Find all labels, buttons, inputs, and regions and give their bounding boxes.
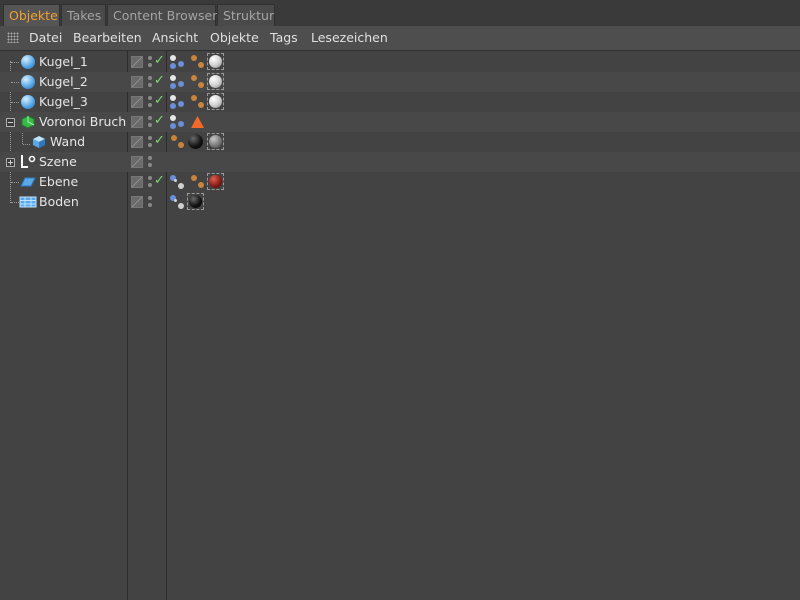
layer-icon[interactable] xyxy=(131,196,143,208)
cube-icon xyxy=(33,136,45,148)
sphere-icon xyxy=(21,55,35,69)
collider-tag-icon[interactable] xyxy=(169,174,186,191)
material-tag-red-icon[interactable] xyxy=(207,173,224,190)
object-row-szene[interactable]: Szene xyxy=(0,152,800,172)
object-row-kugel-3[interactable]: Kugel_3 ✓ xyxy=(0,92,800,112)
tree-line xyxy=(11,82,19,83)
enabled-check-icon[interactable]: ✓ xyxy=(154,133,165,148)
layer-icon[interactable] xyxy=(131,56,143,68)
dynamics-tag-icon[interactable] xyxy=(189,54,206,71)
object-name[interactable]: Kugel_2 xyxy=(39,74,88,89)
plane-icon xyxy=(20,177,36,187)
particle-tag-icon[interactable] xyxy=(169,74,186,91)
floor-icon xyxy=(19,196,37,208)
tree-line xyxy=(11,62,19,63)
object-row-kugel-2[interactable]: Kugel_2 ✓ xyxy=(0,72,800,92)
particle-tag-icon[interactable] xyxy=(169,94,186,111)
object-manager: Kugel_1 ✓ Kugel_2 ✓ Kugel_3 ✓ Voronoi Br… xyxy=(0,51,800,600)
particle-tag-icon[interactable] xyxy=(169,114,186,131)
visibility-dots-icon[interactable] xyxy=(148,115,153,129)
enabled-check-icon[interactable]: ✓ xyxy=(154,173,165,188)
layer-icon[interactable] xyxy=(131,76,143,88)
visibility-dots-icon[interactable] xyxy=(148,95,153,109)
dynamics-tag-icon[interactable] xyxy=(189,74,206,91)
material-tag-white-icon[interactable] xyxy=(207,73,224,90)
object-name[interactable]: Kugel_1 xyxy=(39,54,88,69)
dynamics-tag-icon[interactable] xyxy=(189,94,206,111)
sphere-icon xyxy=(21,95,35,109)
tree-line xyxy=(11,102,19,103)
menu-ansicht[interactable]: Ansicht xyxy=(152,30,198,45)
object-name[interactable]: Szene xyxy=(39,154,77,169)
visibility-dots-icon[interactable] xyxy=(148,75,153,89)
material-tag-white-icon[interactable] xyxy=(207,53,224,70)
dynamics-tag-icon[interactable] xyxy=(169,134,186,151)
menu-tags[interactable]: Tags xyxy=(270,30,298,45)
visibility-dots-icon[interactable] xyxy=(148,135,153,149)
layer-icon[interactable] xyxy=(131,116,143,128)
tab-struktur[interactable]: Struktur xyxy=(217,4,275,26)
object-row-kugel-1[interactable]: Kugel_1 ✓ xyxy=(0,52,800,72)
particle-tag-icon[interactable] xyxy=(169,54,186,71)
material-tag-black-icon[interactable] xyxy=(187,133,204,150)
layer-icon[interactable] xyxy=(131,96,143,108)
object-row-wand[interactable]: Wand ✓ xyxy=(0,132,800,152)
enabled-check-icon[interactable]: ✓ xyxy=(154,93,165,108)
menu-lesezeichen[interactable]: Lesezeichen xyxy=(311,30,388,45)
expand-toggle-icon[interactable] xyxy=(6,158,15,167)
material-tag-white-icon[interactable] xyxy=(207,93,224,110)
object-name[interactable]: Ebene xyxy=(39,174,78,189)
enabled-check-icon[interactable]: ✓ xyxy=(154,53,165,68)
menu-bearbeiten[interactable]: Bearbeiten xyxy=(73,30,142,45)
collapse-toggle-icon[interactable] xyxy=(6,118,15,127)
visibility-dots-icon[interactable] xyxy=(148,155,153,169)
visibility-dots-icon[interactable] xyxy=(148,55,153,69)
object-name[interactable]: Kugel_3 xyxy=(39,94,88,109)
null-object-icon xyxy=(21,155,36,168)
tree-line xyxy=(23,144,30,145)
object-row-ebene[interactable]: Ebene ✓ xyxy=(0,172,800,192)
object-row-boden[interactable]: Boden xyxy=(0,192,800,212)
layer-icon[interactable] xyxy=(131,136,143,148)
layer-icon[interactable] xyxy=(131,176,143,188)
layer-icon[interactable] xyxy=(131,156,143,168)
menu-datei[interactable]: Datei xyxy=(29,30,62,45)
tab-takes[interactable]: Takes xyxy=(61,4,106,26)
voronoi-fracture-icon xyxy=(21,115,35,129)
enabled-check-icon[interactable]: ✓ xyxy=(154,113,165,128)
menu-bar: Datei Bearbeiten Ansicht Objekte Tags Le… xyxy=(0,26,800,51)
tab-content-browser[interactable]: Content Browser xyxy=(107,4,217,26)
collider-tag-icon[interactable] xyxy=(169,194,186,211)
object-name[interactable]: Boden xyxy=(39,194,79,209)
enabled-check-icon[interactable]: ✓ xyxy=(154,73,165,88)
tab-bar: Objekte Takes Content Browser Struktur xyxy=(0,0,800,27)
menu-objekte[interactable]: Objekte xyxy=(210,30,259,45)
object-name[interactable]: Voronoi Bruch xyxy=(39,114,126,129)
panel-grip-icon[interactable] xyxy=(7,32,19,43)
dynamics-tag-icon[interactable] xyxy=(189,174,206,191)
tree-line xyxy=(11,202,19,203)
tab-objekte[interactable]: Objekte xyxy=(3,4,60,26)
material-tag-grey-icon[interactable] xyxy=(207,133,224,150)
visibility-dots-icon[interactable] xyxy=(148,195,153,209)
visibility-dots-icon[interactable] xyxy=(148,175,153,189)
sphere-icon xyxy=(21,75,35,89)
object-name[interactable]: Wand xyxy=(50,134,85,149)
tree-line xyxy=(11,182,19,183)
material-tag-black-icon[interactable] xyxy=(187,193,204,210)
object-row-voronoi-bruch[interactable]: Voronoi Bruch ✓ xyxy=(0,112,800,132)
warning-tag-icon[interactable] xyxy=(189,114,206,131)
